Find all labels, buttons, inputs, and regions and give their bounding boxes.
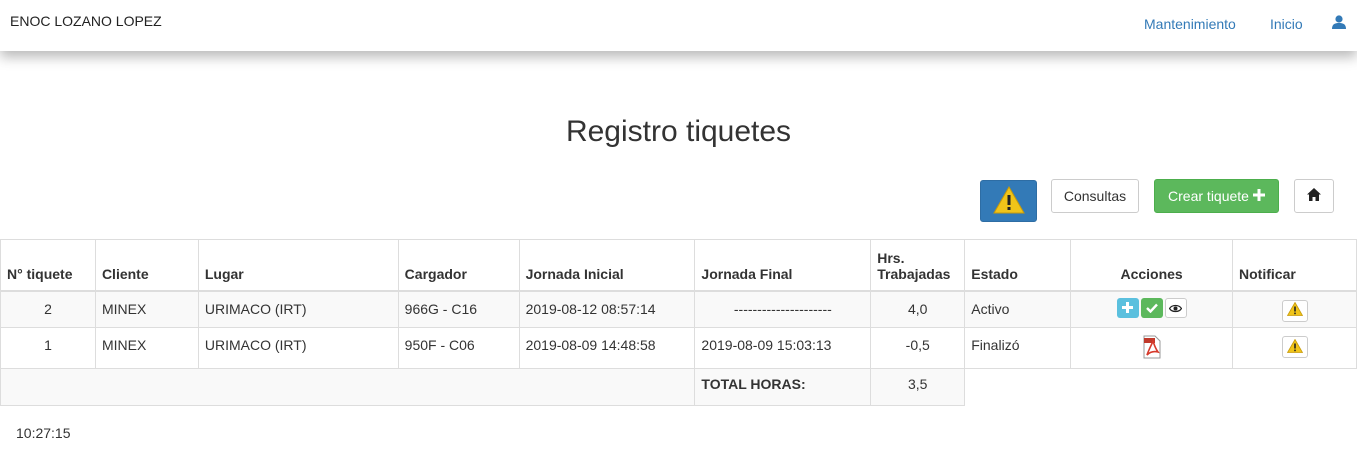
top-navbar: ENOC LOZANO LOPEZ Mantenimiento Inicio bbox=[0, 0, 1357, 51]
nav-link-inicio[interactable]: Inicio bbox=[1270, 16, 1303, 32]
cell-estado: Activo bbox=[964, 290, 1072, 328]
add-action-button[interactable] bbox=[1116, 297, 1139, 318]
home-icon bbox=[1307, 188, 1321, 204]
cell-cliente: MINEX bbox=[94, 327, 199, 369]
warning-icon bbox=[1286, 338, 1303, 356]
table-row: 1 MINEX URIMACO (IRT) 950F - C06 2019-08… bbox=[0, 327, 1357, 369]
cell-tiquete: 2 bbox=[0, 290, 96, 328]
cell-horas: 4,0 bbox=[870, 290, 966, 328]
header-notificar: Notificar bbox=[1232, 239, 1357, 292]
header-cliente: Cliente bbox=[94, 239, 199, 292]
warning-icon bbox=[992, 185, 1025, 217]
finish-action-button[interactable] bbox=[1140, 297, 1163, 318]
notify-button[interactable] bbox=[1281, 299, 1308, 322]
cell-cargador: 966G - C16 bbox=[397, 290, 520, 328]
table-total-row: TOTAL HORAS: 3,5 bbox=[0, 368, 1357, 406]
page-title: Registro tiquetes bbox=[565, 115, 792, 148]
cell-lugar: URIMACO (IRT) bbox=[197, 327, 399, 369]
clock-time: 10:27:15 bbox=[16, 425, 71, 441]
brand-name[interactable]: ENOC LOZANO LOPEZ bbox=[10, 13, 162, 29]
crear-tiquete-button[interactable]: Crear tiquete bbox=[1154, 179, 1279, 213]
tickets-table: N° tiquete Cliente Lugar Cargador Jornad… bbox=[0, 239, 1357, 406]
cell-acciones bbox=[1070, 290, 1234, 328]
table-row: 2 MINEX URIMACO (IRT) 966G - C16 2019-08… bbox=[0, 290, 1357, 328]
cell-notificar bbox=[1232, 290, 1357, 328]
plus-icon bbox=[1122, 300, 1134, 316]
eye-icon bbox=[1168, 300, 1183, 316]
pdf-icon[interactable] bbox=[1143, 335, 1161, 362]
cell-cliente: MINEX bbox=[94, 290, 199, 328]
consultas-button[interactable]: Consultas bbox=[1051, 179, 1139, 213]
header-jornada-final: Jornada Final bbox=[694, 239, 872, 292]
header-lugar: Lugar bbox=[197, 239, 399, 292]
cell-jornada-final: --------------------- bbox=[694, 290, 872, 328]
cell-cargador: 950F - C06 bbox=[397, 327, 520, 369]
cell-jornada-inicial: 2019-08-12 08:57:14 bbox=[518, 290, 696, 328]
cell-estado: Finalizó bbox=[964, 327, 1072, 369]
cell-horas: -0,5 bbox=[870, 327, 966, 369]
cell-notificar bbox=[1232, 327, 1357, 369]
view-action-button[interactable] bbox=[1164, 297, 1187, 318]
check-icon bbox=[1145, 300, 1158, 316]
home-button[interactable] bbox=[1294, 179, 1334, 213]
cell-jornada-inicial: 2019-08-09 14:48:58 bbox=[518, 327, 696, 369]
plus-icon bbox=[1252, 188, 1265, 204]
alert-button[interactable] bbox=[980, 180, 1037, 222]
cell-tiquete: 1 bbox=[0, 327, 96, 369]
cell-jornada-final: 2019-08-09 15:03:13 bbox=[694, 327, 872, 369]
total-spacer bbox=[0, 368, 696, 406]
total-horas-value: 3,5 bbox=[870, 368, 966, 406]
total-empty bbox=[964, 368, 1357, 406]
header-cargador: Cargador bbox=[397, 239, 520, 292]
cell-lugar: URIMACO (IRT) bbox=[197, 290, 399, 328]
warning-icon bbox=[1286, 301, 1303, 319]
header-acciones: Acciones bbox=[1070, 239, 1234, 292]
cell-acciones bbox=[1070, 327, 1234, 369]
crear-tiquete-label: Crear tiquete bbox=[1168, 188, 1249, 204]
header-hrs-trabajadas: Hrs. Trabajadas bbox=[870, 239, 966, 292]
table-header-row: N° tiquete Cliente Lugar Cargador Jornad… bbox=[0, 239, 1357, 292]
header-tiquete: N° tiquete bbox=[0, 239, 96, 292]
total-horas-label: TOTAL HORAS: bbox=[694, 368, 872, 406]
user-icon[interactable] bbox=[1331, 14, 1347, 30]
header-jornada-inicial: Jornada Inicial bbox=[518, 239, 696, 292]
header-estado: Estado bbox=[964, 239, 1072, 292]
nav-link-mantenimiento[interactable]: Mantenimiento bbox=[1144, 16, 1236, 32]
notify-button[interactable] bbox=[1281, 336, 1308, 358]
